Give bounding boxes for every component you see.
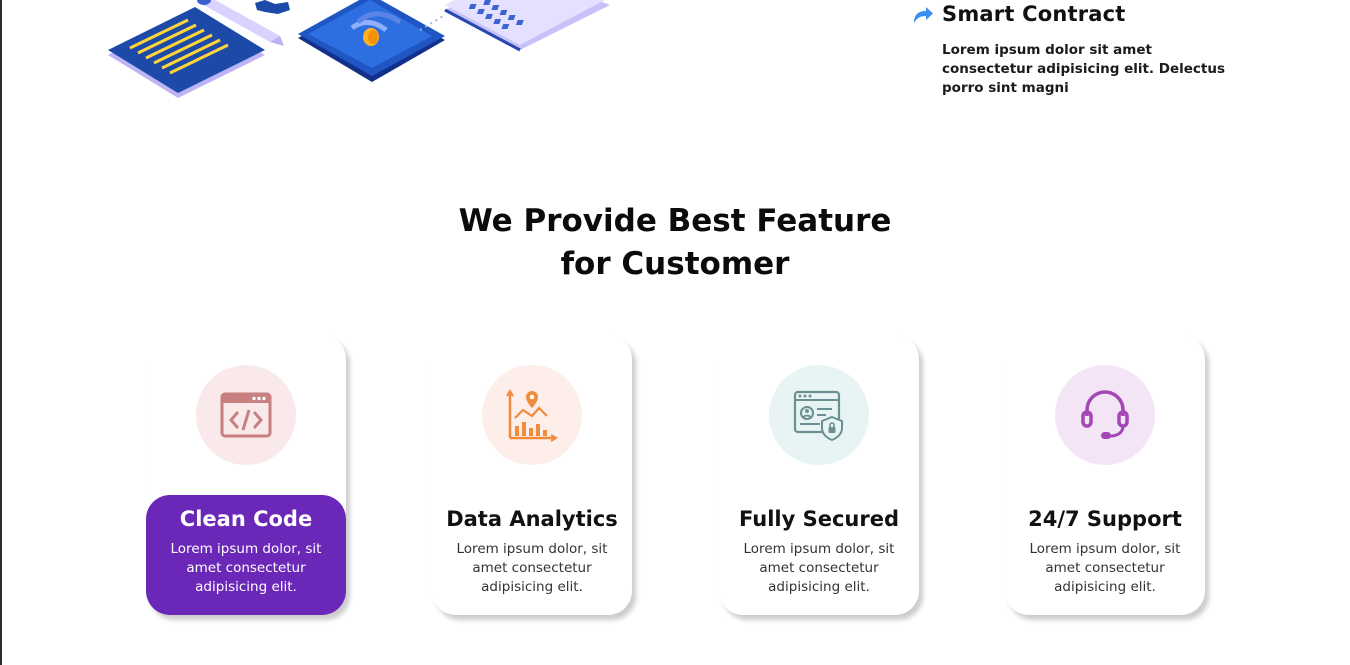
feature-icon-circle	[1055, 365, 1155, 465]
feature-description: Lorem ipsum dolor, sit amet consectetur …	[456, 541, 608, 595]
feature-title: Clean Code	[179, 507, 313, 531]
headset-icon	[1081, 390, 1129, 439]
share-arrow-icon	[914, 7, 933, 23]
feature-title: 24/7 Support	[1028, 507, 1182, 531]
feature-card-clean-code[interactable]: Clean Code Lorem ipsum dolor, sit amet c…	[146, 335, 346, 615]
feature-icon-circle	[196, 365, 296, 465]
feature-title: Data Analytics	[446, 507, 618, 531]
feature-card-body: Clean Code Lorem ipsum dolor, sit amet c…	[146, 495, 346, 615]
feature-title: Fully Secured	[738, 507, 900, 531]
section-title-line1: We Provide Best Feature	[458, 203, 892, 239]
feature-card-body: 24/7 Support Lorem ipsum dolor, sit amet…	[1005, 495, 1205, 615]
phone-graphic	[298, 0, 445, 82]
section-title-line2: for Customer	[560, 246, 790, 282]
feature-card-data-analytics[interactable]: Data Analytics Lorem ipsum dolor, sit am…	[432, 335, 632, 615]
feature-description: Lorem ipsum dolor, sit amet consectetur …	[170, 541, 322, 595]
feature-description: Lorem ipsum dolor, sit amet consectetur …	[1029, 541, 1181, 595]
feature-card-body: Fully Secured Lorem ipsum dolor, sit ame…	[719, 495, 919, 615]
isometric-tech-illustration	[108, 0, 610, 98]
feature-icon-circle	[769, 365, 869, 465]
feature-card-support[interactable]: 24/7 Support Lorem ipsum dolor, sit amet…	[1005, 335, 1205, 615]
gear-graphic	[255, 0, 290, 14]
smart-contract-block: Smart Contract Lorem ipsum dolor sit ame…	[912, 2, 1242, 98]
feature-card-fully-secured[interactable]: Fully Secured Lorem ipsum dolor, sit ame…	[719, 335, 919, 615]
section-title: We Provide Best Feature for Customer	[0, 200, 1350, 286]
feature-card-body: Data Analytics Lorem ipsum dolor, sit am…	[432, 495, 632, 615]
laptop-graphic	[444, 0, 610, 52]
code-window-icon	[220, 392, 272, 438]
feature-icon-circle	[482, 365, 582, 465]
smart-contract-description: Lorem ipsum dolor sit amet consectetur a…	[942, 42, 1226, 96]
analytics-chart-icon	[506, 389, 558, 442]
smart-contract-title: Smart Contract	[942, 2, 1126, 26]
secure-profile-icon	[793, 390, 843, 441]
window-edge	[0, 0, 2, 665]
feature-description: Lorem ipsum dolor, sit amet consectetur …	[743, 541, 895, 595]
